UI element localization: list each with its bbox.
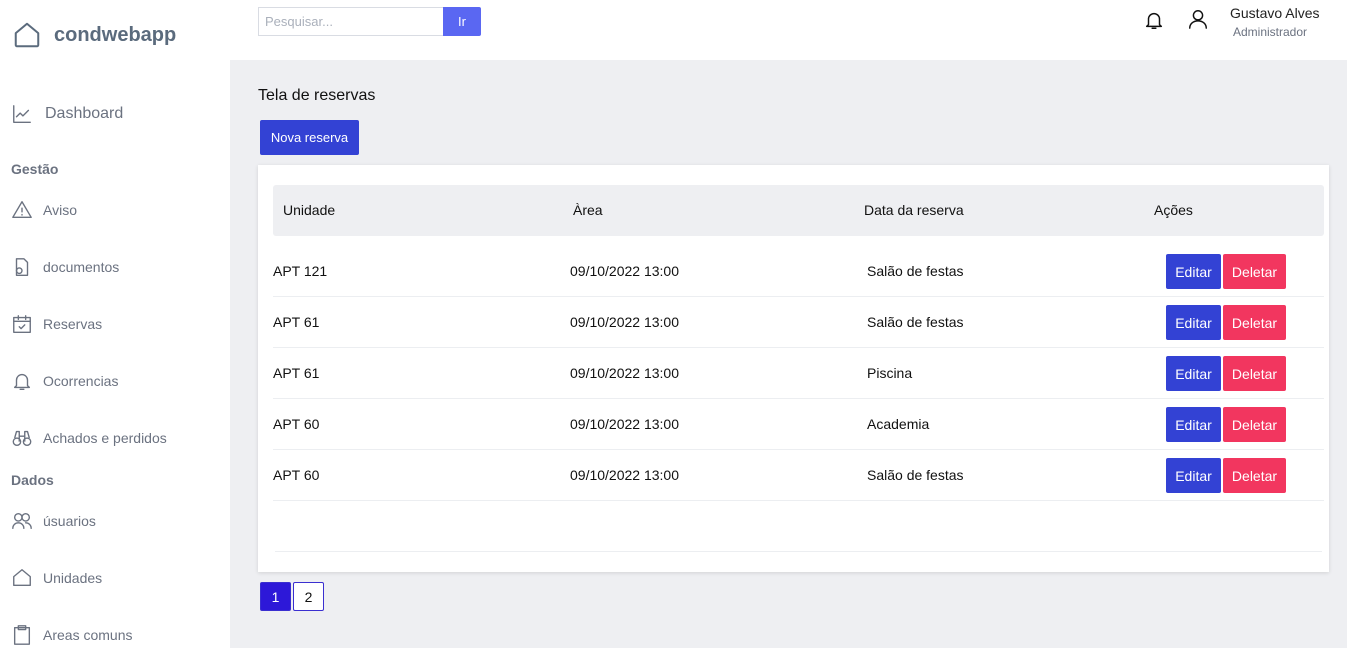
- table-footer-divider: [275, 551, 1322, 552]
- sidebar: condwebapp Dashboard Gestão Aviso docume…: [0, 0, 230, 648]
- search-input[interactable]: [258, 7, 443, 36]
- cell-unidade: APT 61: [273, 365, 320, 381]
- table-header: Unidade Àrea Data da reserva Ações: [273, 185, 1324, 236]
- new-reservation-button[interactable]: Nova reserva: [260, 120, 359, 155]
- delete-button[interactable]: Deletar: [1223, 305, 1286, 340]
- sidebar-item-label: Achados e perdidos: [43, 430, 167, 446]
- table-row: APT 60 09/10/2022 13:00 Salão de festas …: [273, 450, 1324, 501]
- notification-bell-icon[interactable]: [1143, 9, 1165, 31]
- table-row: APT 61 09/10/2022 13:00 Salão de festas …: [273, 297, 1324, 348]
- search-button[interactable]: Ir: [443, 7, 481, 36]
- sidebar-item-achados[interactable]: Achados e perdidos: [11, 427, 167, 449]
- cell-area: 09/10/2022 13:00: [570, 416, 679, 432]
- delete-button[interactable]: Deletar: [1223, 254, 1286, 289]
- cell-unidade: APT 60: [273, 467, 320, 483]
- column-header-acoes: Ações: [1154, 202, 1193, 218]
- search-bar: Ir: [258, 7, 481, 36]
- cell-data: Piscina: [867, 365, 913, 381]
- delete-button[interactable]: Deletar: [1223, 356, 1286, 391]
- sidebar-item-reservas[interactable]: Reservas: [11, 313, 102, 335]
- main-content: Tela de reservas Nova reserva Unidade Àr…: [230, 60, 1347, 648]
- pagination: 1 2: [260, 582, 324, 611]
- cell-area: 09/10/2022 13:00: [570, 467, 679, 483]
- cell-unidade: APT 61: [273, 314, 320, 330]
- sidebar-item-unidades[interactable]: Unidades: [11, 567, 102, 589]
- section-title-dados: Dados: [11, 472, 54, 488]
- document-icon: [15, 258, 29, 276]
- users-icon: [12, 512, 32, 530]
- table-row: APT 61 09/10/2022 13:00 Piscina Editar D…: [273, 348, 1324, 399]
- bell-icon: [13, 373, 31, 390]
- cell-data: Salão de festas: [867, 314, 964, 330]
- binoculars-icon: [12, 430, 32, 447]
- page-button-1[interactable]: 1: [260, 582, 291, 611]
- edit-button[interactable]: Editar: [1166, 458, 1221, 493]
- cell-area: 09/10/2022 13:00: [570, 314, 679, 330]
- edit-button[interactable]: Editar: [1166, 356, 1221, 391]
- sidebar-item-label: Dashboard: [45, 105, 124, 122]
- page-button-2[interactable]: 2: [293, 582, 324, 611]
- cell-area: 09/10/2022 13:00: [570, 263, 679, 279]
- delete-button[interactable]: Deletar: [1223, 458, 1286, 493]
- sidebar-item-ocorrencias[interactable]: Ocorrencias: [11, 370, 118, 392]
- column-header-data: Data da reserva: [864, 202, 964, 218]
- cell-unidade: APT 121: [273, 263, 328, 279]
- sidebar-item-areas-comuns[interactable]: Areas comuns: [11, 624, 132, 646]
- home-icon: [13, 569, 31, 587]
- user-name: Gustavo Alves: [1230, 5, 1320, 21]
- page-title: Tela de reservas: [258, 87, 376, 104]
- sidebar-item-label: documentos: [43, 259, 120, 275]
- clipboard-icon: [13, 625, 31, 645]
- calendar-check-icon: [13, 315, 31, 333]
- cell-data: Academia: [867, 416, 930, 432]
- user-icon[interactable]: [1187, 8, 1209, 30]
- sidebar-item-dashboard[interactable]: Dashboard: [11, 103, 123, 125]
- cell-data: Salão de festas: [867, 263, 964, 279]
- reservations-table: Unidade Àrea Data da reserva Ações APT 1…: [258, 165, 1329, 572]
- edit-button[interactable]: Editar: [1166, 305, 1221, 340]
- brand-name: condwebapp: [54, 23, 177, 46]
- sidebar-item-label: Ocorrencias: [43, 373, 119, 389]
- sidebar-item-label: úsuarios: [43, 513, 96, 529]
- cell-data: Salão de festas: [867, 467, 964, 483]
- sidebar-item-aviso[interactable]: Aviso: [11, 199, 77, 221]
- sidebar-item-label: Aviso: [43, 202, 77, 218]
- sidebar-item-documentos[interactable]: documentos: [11, 256, 119, 278]
- edit-button[interactable]: Editar: [1166, 254, 1221, 289]
- home-icon: [14, 22, 40, 48]
- sidebar-item-usuarios[interactable]: úsuarios: [11, 510, 96, 532]
- sidebar-item-label: Unidades: [43, 570, 103, 586]
- table-row: APT 121 09/10/2022 13:00 Salão de festas…: [273, 246, 1324, 297]
- edit-button[interactable]: Editar: [1166, 407, 1221, 442]
- user-role: Administrador: [1233, 25, 1308, 39]
- table-row: APT 60 09/10/2022 13:00 Academia Editar …: [273, 399, 1324, 450]
- cell-area: 09/10/2022 13:00: [570, 365, 679, 381]
- chart-line-icon: [13, 105, 31, 123]
- sidebar-item-label: Reservas: [43, 316, 103, 332]
- alert-triangle-icon: [12, 201, 32, 219]
- delete-button[interactable]: Deletar: [1223, 407, 1286, 442]
- cell-unidade: APT 60: [273, 416, 320, 432]
- sidebar-item-label: Areas comuns: [43, 627, 133, 643]
- brand[interactable]: condwebapp: [12, 20, 176, 50]
- column-header-area: Àrea: [573, 202, 603, 218]
- section-title-gestao: Gestão: [11, 161, 59, 177]
- column-header-unidade: Unidade: [283, 202, 336, 218]
